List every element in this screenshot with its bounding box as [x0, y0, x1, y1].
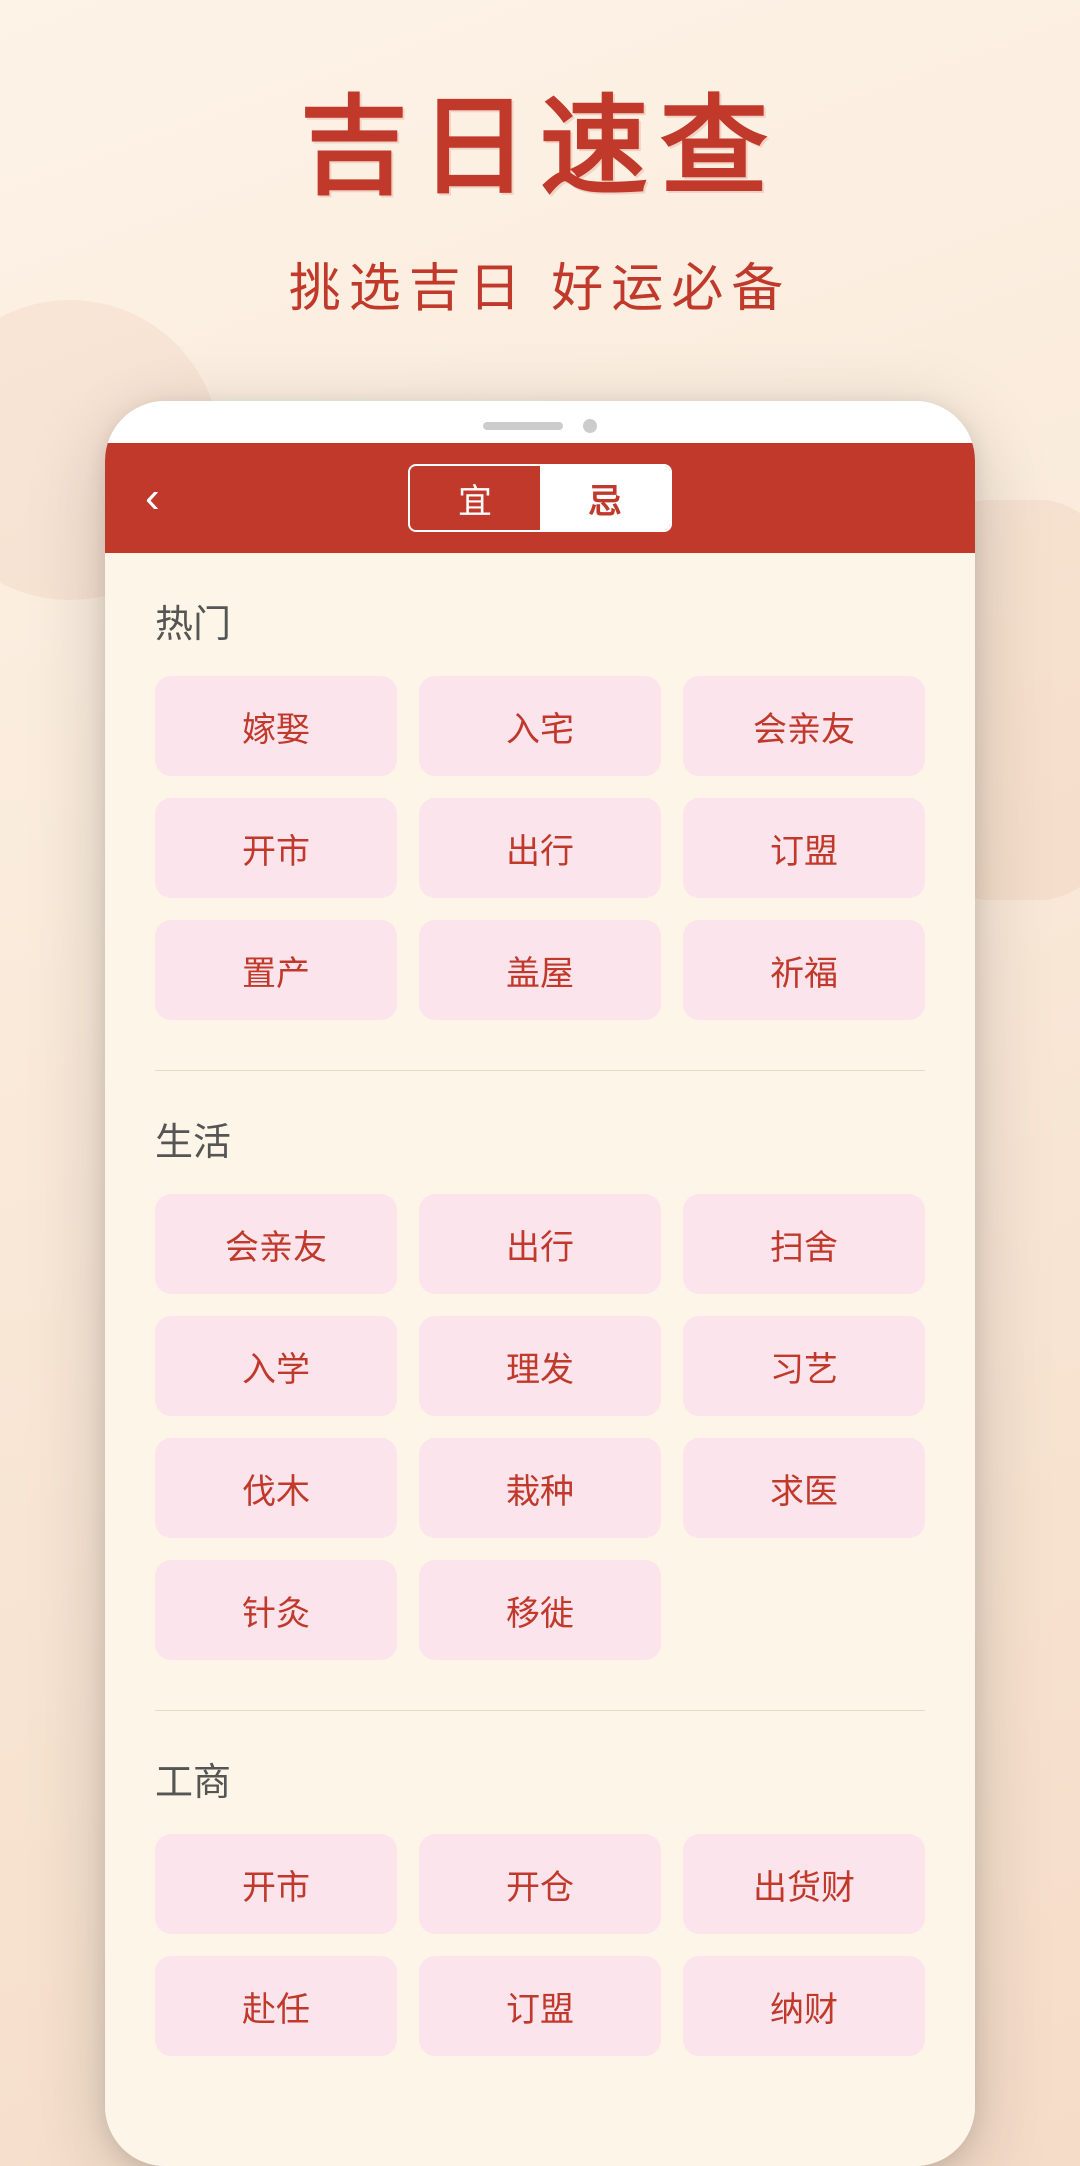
hot-item-9[interactable]: 祈福 — [683, 920, 925, 1020]
hot-item-8[interactable]: 盖屋 — [419, 920, 661, 1020]
section-life: 生活 会亲友 出行 扫舍 入学 理发 习艺 伐木 栽种 求医 针灸 移徙 — [155, 1111, 925, 1660]
life-item-1[interactable]: 会亲友 — [155, 1194, 397, 1294]
life-item-9[interactable]: 求医 — [683, 1438, 925, 1538]
hot-item-2[interactable]: 入宅 — [419, 676, 661, 776]
life-item-12 — [683, 1560, 925, 1660]
biz-item-6[interactable]: 纳财 — [683, 1956, 925, 2056]
hot-item-5[interactable]: 出行 — [419, 798, 661, 898]
tab-group: 宜 忌 — [408, 464, 672, 532]
life-item-10[interactable]: 针灸 — [155, 1560, 397, 1660]
hot-item-1[interactable]: 嫁娶 — [155, 676, 397, 776]
section-life-title: 生活 — [155, 1111, 925, 1166]
section-business-title: 工商 — [155, 1751, 925, 1806]
biz-item-1[interactable]: 开市 — [155, 1834, 397, 1934]
tab-ji[interactable]: 忌 — [540, 466, 670, 530]
section-hot-title: 热门 — [155, 593, 925, 648]
app-subtitle: 挑选吉日 好运必备 — [289, 246, 791, 321]
app-header: ‹ 宜 忌 — [105, 443, 975, 553]
divider-1 — [155, 1070, 925, 1071]
phone-topbar — [105, 401, 975, 443]
business-grid: 开市 开仓 出货财 赴任 订盟 纳财 — [155, 1834, 925, 2056]
phone-bar — [483, 422, 563, 430]
hot-grid: 嫁娶 入宅 会亲友 开市 出行 订盟 置产 盖屋 祈福 — [155, 676, 925, 1020]
hot-item-6[interactable]: 订盟 — [683, 798, 925, 898]
biz-item-5[interactable]: 订盟 — [419, 1956, 661, 2056]
biz-item-3[interactable]: 出货财 — [683, 1834, 925, 1934]
life-item-7[interactable]: 伐木 — [155, 1438, 397, 1538]
life-item-3[interactable]: 扫舍 — [683, 1194, 925, 1294]
life-item-6[interactable]: 习艺 — [683, 1316, 925, 1416]
app-title: 吉日速查 — [300, 60, 780, 216]
life-item-2[interactable]: 出行 — [419, 1194, 661, 1294]
phone-mockup: ‹ 宜 忌 热门 嫁娶 入宅 会亲友 开市 出行 订盟 置产 盖屋 — [105, 401, 975, 2166]
tab-yi[interactable]: 宜 — [410, 466, 540, 530]
main-wrapper: 吉日速查 挑选吉日 好运必备 ‹ 宜 忌 热门 嫁娶 入宅 会亲友 — [0, 0, 1080, 2166]
biz-item-2[interactable]: 开仓 — [419, 1834, 661, 1934]
hot-item-7[interactable]: 置产 — [155, 920, 397, 1020]
phone-dot — [583, 419, 597, 433]
app-content: 热门 嫁娶 入宅 会亲友 开市 出行 订盟 置产 盖屋 祈福 生活 会 — [105, 553, 975, 2166]
biz-item-4[interactable]: 赴任 — [155, 1956, 397, 2056]
life-item-8[interactable]: 栽种 — [419, 1438, 661, 1538]
life-item-4[interactable]: 入学 — [155, 1316, 397, 1416]
life-grid: 会亲友 出行 扫舍 入学 理发 习艺 伐木 栽种 求医 针灸 移徙 — [155, 1194, 925, 1660]
divider-2 — [155, 1710, 925, 1711]
section-business: 工商 开市 开仓 出货财 赴任 订盟 纳财 — [155, 1751, 925, 2056]
section-hot: 热门 嫁娶 入宅 会亲友 开市 出行 订盟 置产 盖屋 祈福 — [155, 593, 925, 1020]
hot-item-4[interactable]: 开市 — [155, 798, 397, 898]
life-item-11[interactable]: 移徙 — [419, 1560, 661, 1660]
hot-item-3[interactable]: 会亲友 — [683, 676, 925, 776]
life-item-5[interactable]: 理发 — [419, 1316, 661, 1416]
back-button[interactable]: ‹ — [145, 473, 160, 523]
